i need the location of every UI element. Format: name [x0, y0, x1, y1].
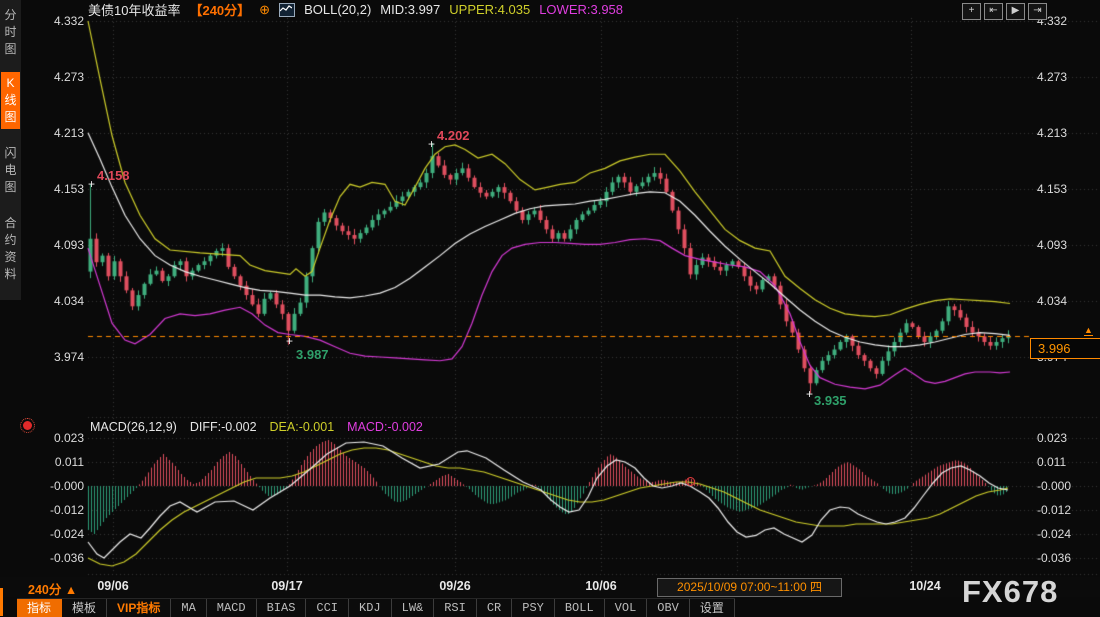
cross-marker: + — [428, 140, 435, 148]
left-edge-accent — [0, 588, 3, 616]
date-tick-10-24: 10/24 — [890, 579, 960, 593]
price-tick-left-4.093: 4.093 — [38, 238, 84, 252]
toolbar-item-MA[interactable]: MA — [171, 599, 206, 617]
price-marker-4.158: 4.158 — [97, 168, 130, 183]
current-price-tag: 3.996 — [1030, 338, 1100, 359]
macd-tick-left--0.000: -0.000 — [38, 479, 84, 493]
toolbar-item-BOLL[interactable]: BOLL — [555, 599, 605, 617]
add-indicator-icon[interactable]: ⊕ — [259, 2, 270, 18]
macd-tick-right-0.011: 0.011 — [1037, 455, 1087, 469]
chart-tool-buttons: +⇤▶⇥ — [962, 3, 1047, 20]
toolbar-item-KDJ[interactable]: KDJ — [349, 599, 392, 617]
macd-tick-right--0.012: -0.012 — [1037, 503, 1087, 517]
price-tick-right-4.273: 4.273 — [1037, 70, 1087, 84]
price-tick-left-4.213: 4.213 — [38, 126, 84, 140]
current-price-value: 3.996 — [1038, 341, 1071, 356]
macd-dea-value: DEA:-0.001 — [270, 420, 335, 435]
hovered-session-label: 2025/10/09 07:00~11:00 四 — [657, 578, 842, 597]
price-marker-3.935: 3.935 — [814, 393, 847, 408]
sidebar-tab-2[interactable]: K 线 图 — [1, 72, 20, 129]
macd-header: MACD(26,12,9) DIFF:-0.002 DEA:-0.001 MAC… — [90, 420, 423, 435]
boll-lower-value: LOWER:3.958 — [539, 2, 623, 17]
period-badge[interactable]: 240分 ▲ — [28, 579, 77, 598]
toolbar-item-OBV[interactable]: OBV — [647, 599, 690, 617]
indicator-toolbar: 指标模板VIP指标MAMACDBIASCCIKDJLW&RSICRPSYBOLL… — [17, 598, 735, 617]
macd-tick-left--0.012: -0.012 — [38, 503, 84, 517]
macd-diff-value: DIFF:-0.002 — [190, 420, 257, 435]
macd-tick-left-0.023: 0.023 — [38, 431, 84, 445]
price-tick-right-4.213: 4.213 — [1037, 126, 1087, 140]
chart-canvas[interactable] — [0, 0, 1100, 617]
period-badge-label: 240分 — [28, 583, 61, 597]
toolbar-item-模板[interactable]: 模板 — [62, 599, 107, 617]
date-tick-09-17: 09/17 — [252, 579, 322, 593]
pan-icon[interactable]: + — [962, 3, 981, 20]
scroll-right-icon[interactable]: ⇥ — [1028, 3, 1047, 20]
macd-tick-left--0.024: -0.024 — [38, 527, 84, 541]
price-tick-left-4.273: 4.273 — [38, 70, 84, 84]
alert-icon[interactable] — [23, 421, 32, 430]
macd-tick-right-0.023: 0.023 — [1037, 431, 1087, 445]
toolbar-item-VOL[interactable]: VOL — [605, 599, 648, 617]
price-marker-4.202: 4.202 — [437, 128, 470, 143]
toolbar-item-LW&[interactable]: LW& — [392, 599, 435, 617]
date-tick-09-06: 09/06 — [78, 579, 148, 593]
price-tick-left-4.034: 4.034 — [38, 294, 84, 308]
boll-indicator-label: BOLL(20,2) — [304, 2, 371, 17]
cross-marker: + — [286, 337, 293, 345]
date-axis: 240分 ▲ 2025/10/09 07:00~11:00 四 09/06 09/… — [0, 577, 1100, 597]
price-marker-3.987: 3.987 — [296, 347, 329, 362]
instrument-title: 美债10年收益率 — [88, 0, 180, 19]
macd-tick-right--0.024: -0.024 — [1037, 527, 1087, 541]
price-tick-right-4.093: 4.093 — [1037, 238, 1087, 252]
boll-upper-value: UPPER:4.035 — [449, 2, 530, 17]
date-tick-10-06: 10/06 — [566, 579, 636, 593]
sidebar-tab-4[interactable]: 合 约 资 料 — [1, 212, 20, 286]
sidebar-tab-1[interactable]: 分 时 图 — [1, 4, 20, 61]
toolbar-item-RSI[interactable]: RSI — [434, 599, 477, 617]
macd-indicator-label: MACD(26,12,9) — [90, 420, 177, 435]
period-label[interactable]: 【240分】 — [189, 0, 250, 19]
chart-style-icon[interactable] — [279, 3, 295, 17]
period-arrow-icon: ▲ — [65, 583, 77, 597]
price-tick-left-4.332: 4.332 — [38, 14, 84, 28]
toolbar-item-设置[interactable]: 设置 — [690, 599, 735, 617]
kline-chart-app: 分 时 图 K 线 图闪 电 图合 约 资 料 美债10年收益率 【240分】 ⊕… — [0, 0, 1100, 617]
toolbar-item-MACD[interactable]: MACD — [207, 599, 257, 617]
macd-tick-right--0.000: -0.000 — [1037, 479, 1087, 493]
cross-marker: + — [806, 390, 813, 398]
toolbar-item-CCI[interactable]: CCI — [306, 599, 349, 617]
macd-value: MACD:-0.002 — [347, 420, 423, 435]
date-tick-09-26: 09/26 — [420, 579, 490, 593]
macd-tick-left-0.011: 0.011 — [38, 455, 84, 469]
sidebar-tab-3[interactable]: 闪 电 图 — [1, 142, 20, 199]
autoplay-icon[interactable]: ▶ — [1006, 3, 1025, 20]
watermark: FX678 — [962, 574, 1058, 610]
boll-mid-value: MID:3.997 — [380, 2, 440, 17]
scroll-left-icon[interactable]: ⇤ — [984, 3, 1003, 20]
macd-tick-right--0.036: -0.036 — [1037, 551, 1087, 565]
chart-header: 美债10年收益率 【240分】 ⊕ BOLL(20,2) MID:3.997 U… — [88, 1, 623, 18]
toolbar-item-CR[interactable]: CR — [477, 599, 512, 617]
price-tick-left-4.153: 4.153 — [38, 182, 84, 196]
toolbar-item-PSY[interactable]: PSY — [512, 599, 555, 617]
price-tick-left-3.974: 3.974 — [38, 350, 84, 364]
toolbar-item-VIP指标[interactable]: VIP指标 — [107, 599, 171, 617]
toolbar-item-BIAS[interactable]: BIAS — [257, 599, 307, 617]
price-tick-right-4.034: 4.034 — [1037, 294, 1087, 308]
price-tick-right-4.153: 4.153 — [1037, 182, 1087, 196]
toolbar-item-指标[interactable]: 指标 — [17, 599, 62, 617]
jump-to-latest-icon[interactable]: ▲ — [1084, 325, 1093, 336]
macd-tick-left--0.036: -0.036 — [38, 551, 84, 565]
macd-signal-dot — [686, 477, 695, 486]
chart-type-sidebar: 分 时 图 K 线 图闪 电 图合 约 资 料 — [0, 0, 21, 300]
cross-marker: + — [88, 180, 95, 188]
